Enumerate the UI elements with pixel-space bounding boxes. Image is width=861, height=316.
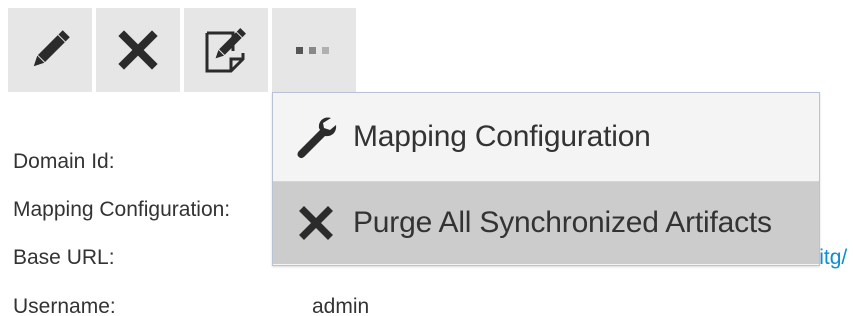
pencil-icon (33, 30, 70, 67)
mapping-configuration-label: Mapping Configuration: (13, 198, 231, 221)
page: Domain Id: Mapping Configuration: Base U… (0, 0, 861, 316)
menu-item-mapping-configuration[interactable]: Mapping Configuration (273, 93, 819, 181)
menu-item-label: Purge All Synchronized Artifacts (353, 206, 772, 239)
wrench-icon (293, 114, 339, 160)
edit-document-button[interactable] (184, 8, 268, 92)
edit-document-icon (205, 28, 246, 73)
delete-button[interactable] (96, 8, 180, 92)
x-icon (293, 200, 339, 246)
more-actions-button[interactable] (272, 8, 356, 92)
x-icon (118, 30, 158, 70)
more-dots-icon (296, 47, 329, 54)
menu-item-purge-all-synchronized-artifacts[interactable]: Purge All Synchronized Artifacts (273, 182, 819, 264)
username-label: Username: (13, 295, 116, 316)
username-value: admin (312, 295, 370, 316)
base-url-label: Base URL: (13, 246, 115, 269)
more-actions-menu: Mapping Configuration Purge All Synchron… (272, 92, 820, 266)
menu-item-label: Mapping Configuration (353, 120, 651, 153)
edit-button[interactable] (8, 8, 92, 92)
domain-id-label: Domain Id: (13, 150, 115, 173)
